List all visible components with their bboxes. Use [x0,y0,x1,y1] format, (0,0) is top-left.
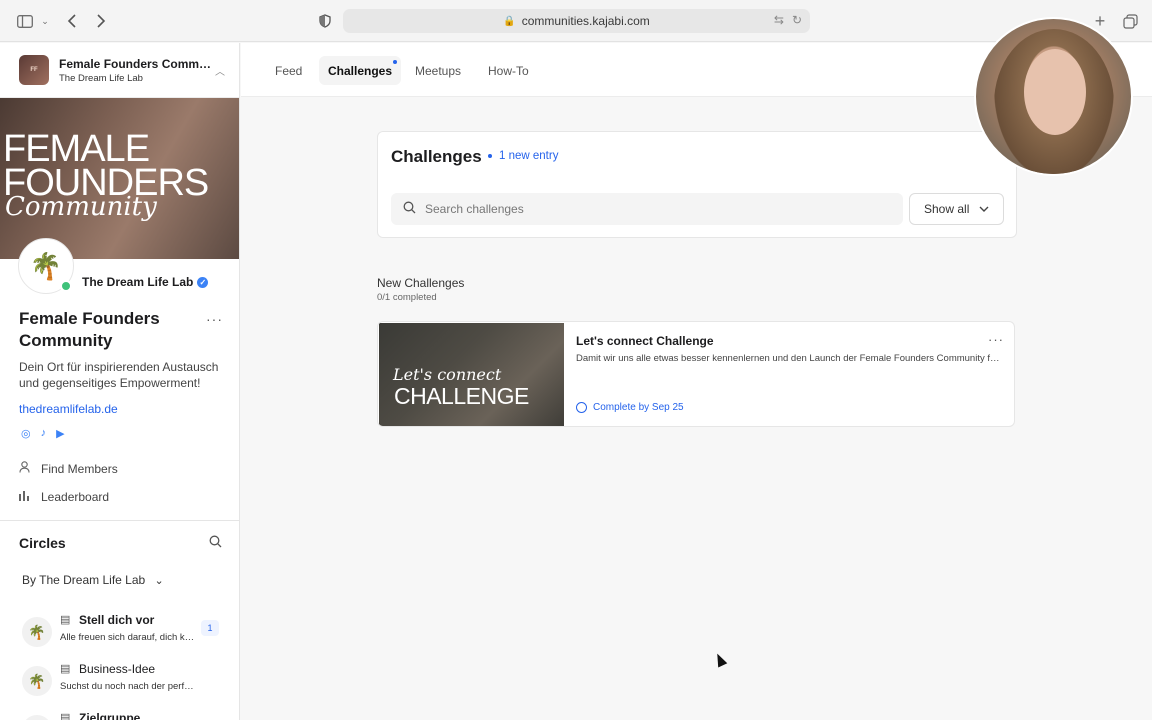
shield-icon[interactable] [317,11,333,31]
divider [0,520,239,521]
circle-item[interactable]: 🌴 ▤ Business-Idee Suchst du noch nach de… [22,662,232,702]
challenge-description: Damit wir uns alle etwas besser kennenle… [576,353,1001,364]
document-icon: ▤ [60,663,71,675]
tab-challenges-label: Challenges [328,63,393,78]
space-logo: FF [19,55,49,85]
social-links: ◎ ♪ ▶ [21,427,65,440]
community-banner: FEMALE FOUNDERS Community [0,98,239,259]
unread-badge: 1 [201,620,219,636]
tab-meetups[interactable]: Meetups [406,56,470,85]
youtube-icon[interactable]: ▶ [56,427,64,440]
challenge-thumbnail[interactable]: Let's connect CHALLENGE [379,323,564,426]
document-icon: ▤ [60,712,71,720]
circle-description: Suchst du noch nach der perfekten Idee? [60,681,195,692]
due-date: Complete by Sep 25 [576,402,684,413]
circles-filter-label: By The Dream Life Lab [22,573,146,587]
section-title: New Challenges [377,276,465,290]
bar-chart-icon [19,490,31,504]
owner-name[interactable]: The Dream Life Lab ✓ [82,275,209,289]
document-icon: ▤ [60,614,71,626]
banner-title: FEMALE FOUNDERS [3,128,209,204]
chevron-down-icon [979,206,989,212]
due-date-label: Complete by Sep 25 [593,402,684,413]
reload-icon[interactable]: ↻ [792,13,802,27]
circle-item[interactable]: 🌴 ▤ Stell dich vor Alle freuen sich dara… [22,613,232,653]
tab-how-to[interactable]: How-To [479,56,538,85]
instagram-icon[interactable]: ◎ [21,427,31,440]
thumbnail-script-text: Let's connect [393,365,502,384]
webcam-face [1024,49,1086,135]
challenge-title[interactable]: Let's connect Challenge [576,334,714,348]
search-field[interactable] [391,193,903,225]
palm-tree-icon: 🌴 [22,617,52,647]
url-text: communities.kajabi.com [521,14,650,28]
circles-filter-dropdown[interactable]: By The Dream Life Lab ⌄ [22,573,164,587]
website-link[interactable]: thedreamlifelab.de [19,402,118,416]
circles-heading: Circles [19,535,66,551]
new-entry-badge[interactable]: 1 new entry [488,150,558,162]
blue-dot-icon [488,154,492,158]
space-switcher[interactable]: FF Female Founders Community The Dream L… [0,43,239,98]
chevron-up-icon[interactable]: ︿ [215,63,225,78]
forward-icon[interactable] [93,11,109,31]
challenge-card[interactable]: Let's connect CHALLENGE Let's connect Ch… [377,321,1015,427]
circle-item[interactable]: 🌴 ▤ Zielgruppe [22,711,232,720]
leaderboard-label: Leaderboard [41,490,110,504]
new-indicator-dot [393,60,398,64]
challenges-header-card: Challenges 1 new entry Show all [377,131,1017,238]
circle-name: Business-Idee [79,662,156,676]
lock-icon: 🔒 [503,15,516,27]
mouse-cursor-icon [712,651,728,668]
back-icon[interactable] [64,11,80,31]
space-owner: The Dream Life Lab [59,72,143,84]
search-icon [403,201,416,217]
circle-description: Alle freuen sich darauf, dich kennenzule… [60,632,195,643]
circle-name: Stell dich vor [79,613,155,627]
search-input[interactable] [425,202,865,216]
more-options-icon[interactable]: ··· [206,311,223,327]
find-members-link[interactable]: Find Members [19,461,118,476]
community-description: Dein Ort für inspirierenden Austausch un… [19,360,219,390]
space-name: Female Founders Community [59,56,215,71]
address-bar[interactable]: 🔒 communities.kajabi.com ⇆ ↻ [343,9,810,33]
palm-tree-icon: 🌴 [22,715,52,720]
completion-count: 0/1 completed [377,292,437,303]
chevron-down-icon: ⌄ [154,575,164,587]
verified-icon: ✓ [197,277,209,288]
sidebar: FF Female Founders Community The Dream L… [0,43,240,720]
page-title: Challenges [391,147,482,166]
palm-tree-icon: 🌴 [29,250,63,281]
search-icon[interactable] [209,535,222,551]
new-entry-label: 1 new entry [499,150,559,162]
person-icon [19,461,31,476]
clock-icon [576,402,587,413]
chevron-down-icon[interactable]: ⌄ [40,11,50,31]
circle-name: Zielgruppe [79,711,141,720]
show-all-dropdown[interactable]: Show all [909,193,1004,225]
sidebar-toggle-icon[interactable] [16,11,34,31]
more-options-icon[interactable]: ··· [988,332,1004,347]
browser-toolbar: ⌄ 🔒 communities.kajabi.com ⇆ ↻ + [0,0,1152,42]
community-title: Female Founders Community [19,309,160,350]
online-status-dot [60,280,72,292]
tab-feed[interactable]: Feed [266,56,311,85]
translate-icon[interactable]: ⇆ [774,13,784,27]
webcam-overlay [974,17,1133,176]
tabs-overview-icon[interactable] [1121,11,1139,31]
find-members-label: Find Members [41,461,118,476]
banner-script: Community [5,192,157,222]
tiktok-icon[interactable]: ♪ [41,427,47,440]
tab-challenges[interactable]: Challenges [319,56,402,85]
show-all-label: Show all [924,202,970,216]
leaderboard-link[interactable]: Leaderboard [19,490,109,504]
thumbnail-title-text: CHALLENGE [394,383,529,409]
palm-tree-icon: 🌴 [22,666,52,696]
